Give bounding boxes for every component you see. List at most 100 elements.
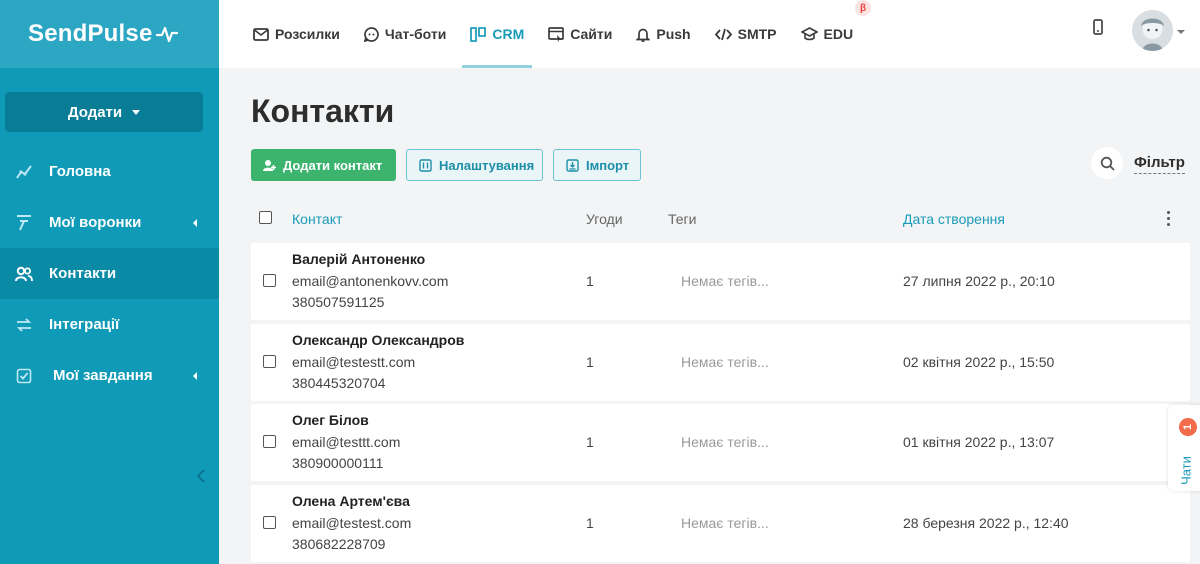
settings-button[interactable]: Налаштування [406, 149, 543, 181]
add-user-icon [263, 159, 276, 172]
deals-count: 1 [586, 434, 594, 450]
sidebar-item-tasks[interactable]: Мої завдання [0, 350, 219, 401]
sidebar-item-label: Головна [49, 163, 111, 180]
tags-field[interactable]: Немає тегів... [681, 434, 769, 450]
avatar[interactable] [1132, 10, 1173, 51]
filter-toggle[interactable]: Фільтр [1134, 154, 1185, 174]
add-button[interactable]: Додати [5, 92, 203, 132]
bell-icon [636, 27, 651, 42]
contacts-icon [14, 264, 34, 284]
table-row[interactable]: Валерій Антоненко email@antonenkovv.com … [251, 243, 1190, 320]
contact-name[interactable]: Олег Білов [292, 412, 369, 428]
select-all-checkbox[interactable] [259, 211, 272, 224]
contact-phone: 380900000111 [292, 455, 384, 471]
contact-phone: 380507591125 [292, 294, 385, 310]
page-title: Контакти [251, 93, 395, 129]
chevron-down-icon[interactable] [1177, 30, 1185, 34]
contact-email: email@testest.com [292, 514, 412, 531]
row-checkbox[interactable] [263, 354, 276, 368]
deals-count: 1 [586, 353, 594, 370]
search-button[interactable] [1091, 147, 1123, 179]
mobile-phone-icon[interactable] [1093, 19, 1103, 40]
tab-label: Сайти [570, 26, 613, 42]
chevron-left-icon [193, 218, 197, 227]
contact-name[interactable]: Олена Артем'єва [292, 493, 410, 509]
import-button[interactable]: Імпорт [553, 149, 641, 181]
contact-name[interactable]: Валерій Антоненко [292, 251, 425, 267]
tab-campaigns[interactable]: Розсилки [253, 0, 340, 68]
row-checkbox[interactable] [263, 515, 276, 529]
tags-field[interactable]: Немає тегів... [681, 273, 769, 289]
add-button-label: Додати [67, 103, 123, 121]
tab-label: Чат-боти [384, 26, 447, 42]
chart-line-icon [14, 162, 34, 182]
tab-push[interactable]: Push [636, 0, 691, 68]
pulse-icon [155, 26, 178, 43]
tab-chatbots[interactable]: Чат-боти [363, 0, 447, 68]
chats-label: Чати [1178, 456, 1194, 485]
chat-bot-icon [363, 26, 379, 42]
column-created[interactable]: Дата створення [903, 211, 1005, 227]
website-icon [548, 26, 565, 42]
tags-field[interactable]: Немає тегів... [681, 354, 769, 370]
table-row[interactable]: Олександр Олександров email@testestt.com… [251, 323, 1190, 401]
tab-crm[interactable]: CRM [462, 0, 533, 68]
column-contact[interactable]: Контакт [292, 211, 342, 227]
table-header: Контакт Угоди Теги Дата створення [251, 207, 1190, 231]
tab-smtp[interactable]: SMTP [714, 0, 777, 68]
contact-email: email@testtt.com [292, 434, 401, 450]
contact-name[interactable]: Олександр Олександров [292, 332, 464, 348]
tab-edu[interactable]: EDU β [800, 0, 872, 68]
column-deals: Угоди [586, 211, 623, 227]
sidebar-item-label: Інтеграції [49, 316, 120, 333]
import-icon [566, 158, 579, 172]
created-date: 02 квітня 2022 р., 15:50 [903, 353, 1055, 370]
graduation-cap-icon [800, 27, 818, 41]
sidebar-item-label: Мої завдання [53, 367, 153, 384]
deals-count: 1 [586, 273, 594, 289]
row-checkbox[interactable] [263, 435, 276, 448]
tab-websites[interactable]: Сайти [548, 0, 612, 68]
settings-sliders-icon [419, 158, 432, 172]
arrows-swap-icon [14, 315, 34, 335]
chats-count-badge: 1 [1179, 418, 1197, 436]
product-tabs: Розсилки Чат-боти CRM Сайти Push SMTP ED… [253, 0, 877, 68]
created-date: 28 березня 2022 р., 12:40 [903, 514, 1069, 531]
tab-label: CRM [492, 26, 525, 42]
tab-label: Розсилки [275, 26, 340, 42]
beta-badge: β [855, 0, 872, 16]
logo-area: SendPulse [0, 0, 219, 68]
sidebar-item-funnels[interactable]: Мої воронки [0, 197, 219, 248]
funnel-icon [14, 213, 34, 233]
chats-tab[interactable]: 1 Чати [1168, 405, 1200, 491]
add-contact-button[interactable]: Додати контакт [251, 149, 396, 181]
row-checkbox[interactable] [263, 274, 276, 287]
add-contact-label: Додати контакт [283, 157, 383, 173]
crm-icon [470, 26, 487, 42]
column-tags: Теги [668, 211, 697, 227]
table-row[interactable]: Олег Білов email@testtt.com 380900000111… [251, 404, 1190, 481]
more-options-icon[interactable] [1167, 211, 1171, 229]
tab-label: SMTP [737, 26, 777, 42]
import-label: Імпорт [586, 157, 630, 173]
sidebar-item-contacts[interactable]: Контакти [0, 248, 219, 299]
chevron-down-icon [132, 109, 141, 115]
created-date: 27 липня 2022 р., 20:10 [903, 273, 1055, 289]
collapse-sidebar-icon[interactable] [196, 468, 206, 489]
deals-count: 1 [586, 514, 594, 531]
sidebar-item-integrations[interactable]: Інтеграції [0, 299, 219, 350]
contacts-list: Валерій Антоненко email@antonenkovv.com … [251, 243, 1190, 564]
table-row[interactable]: Олена Артем'єва email@testest.com 380682… [251, 484, 1190, 562]
tab-label: EDU [823, 26, 854, 42]
sidebar-item-home[interactable]: Головна [0, 146, 219, 197]
settings-label: Налаштування [439, 157, 535, 173]
tags-field[interactable]: Немає тегів... [681, 515, 769, 531]
code-icon [714, 28, 732, 41]
contact-email: email@testestt.com [292, 353, 416, 370]
sidebar: SendPulse Додати Головна Мої воронки Кон… [0, 0, 219, 564]
chevron-left-icon [193, 371, 197, 380]
search-icon [1100, 156, 1115, 171]
sendpulse-logo[interactable]: SendPulse [28, 20, 178, 48]
created-date: 01 квітня 2022 р., 13:07 [903, 434, 1055, 450]
sidebar-nav: Головна Мої воронки Контакти Інтеграції [0, 146, 219, 401]
